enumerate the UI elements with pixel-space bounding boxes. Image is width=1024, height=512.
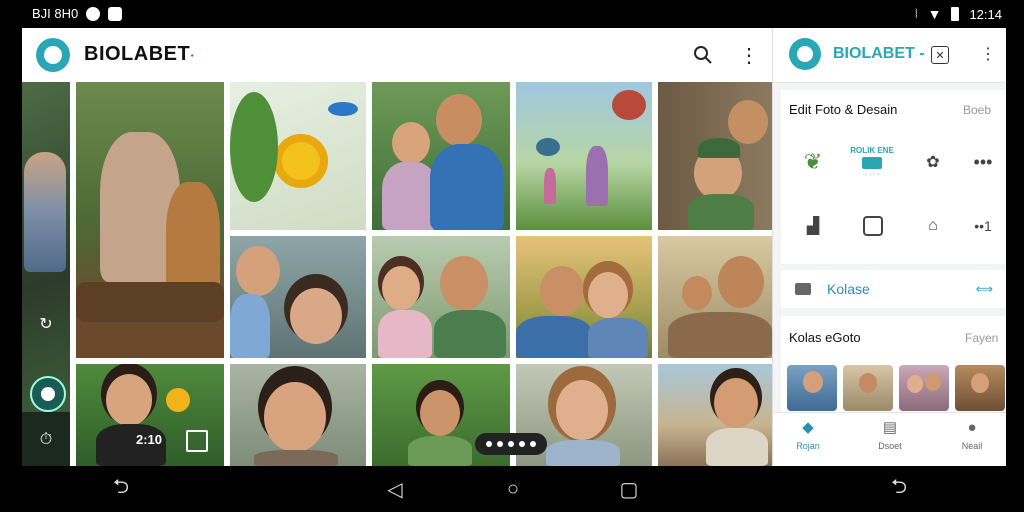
back-alt-icon[interactable]: ⮌	[884, 476, 914, 502]
boy-cap-photo[interactable]	[658, 82, 772, 230]
leaf-icon[interactable]: ❦	[797, 146, 829, 178]
status-bar: BJI 8H0 ⦚ ▼ 12:14	[0, 0, 1024, 28]
overlay-counter: 2:10	[136, 432, 163, 447]
app-bar: BIOLABET· ⋮	[22, 28, 772, 82]
nav-item-gallery[interactable]: ▤ Dsoet	[855, 419, 925, 451]
image-notification-icon	[108, 6, 123, 21]
family-cat-photo[interactable]	[372, 236, 510, 358]
search-icon[interactable]	[690, 42, 716, 68]
edit-section-card: Edit Foto & Desain Boeb ❦ ROLIK ENE ·· ·…	[781, 90, 1006, 264]
back-triangle-icon[interactable]: ◁	[380, 476, 410, 502]
kolase-thumbnails	[787, 365, 1006, 411]
side-panel: BIOLABET - ✕ ⋮ Edit Foto & Desain Boeb ❦…	[772, 28, 1006, 466]
left-preview-strip: ↻ ⏱	[22, 82, 70, 466]
app-title: BIOLABET·	[84, 43, 196, 65]
home-icon: ◆	[802, 419, 814, 436]
battery-icon	[951, 7, 960, 21]
banner-tool[interactable]: ROLIK ENE ·· ·· ··	[837, 146, 907, 182]
system-navigation-bar: ⮌ ◁ ○ ▢ ⮌	[0, 466, 1024, 512]
capture-button[interactable]	[30, 376, 66, 412]
status-time: 12:14	[969, 6, 1002, 22]
app-window: BIOLABET· ⋮ ↻ ⏱ 2:10 BIOLABET - ✕ ⋮ Edit…	[22, 28, 1006, 466]
more-horiz-icon[interactable]: •••	[967, 146, 999, 178]
rotate-icon[interactable]: ↻	[30, 308, 62, 340]
edit-section-link[interactable]: Boeb	[963, 103, 991, 117]
app-logo-icon[interactable]	[36, 38, 70, 72]
close-box-icon[interactable]: ✕	[931, 46, 949, 64]
father-daughter-photo[interactable]	[372, 82, 510, 230]
adjust-icon[interactable]: ✿	[917, 146, 949, 178]
timer-icon[interactable]: ⏱	[30, 424, 62, 456]
bottom-navigation: ◆ Rojan ▤ Dsoet ● Neail	[773, 412, 1006, 466]
couple-sunset-photo[interactable]	[516, 236, 652, 358]
trash-icon[interactable]	[186, 430, 208, 452]
mother-girl-photo[interactable]	[230, 236, 366, 358]
gallery-icon: ▤	[882, 419, 898, 436]
home-circle-icon[interactable]: ○	[498, 476, 528, 502]
more-vert-icon[interactable]: ⋮	[736, 42, 762, 68]
photo-grid: 2:10	[76, 82, 772, 466]
collage-thumb[interactable]	[899, 365, 949, 411]
panel-title: BIOLABET -	[833, 45, 925, 62]
page-indicator[interactable]	[475, 433, 547, 455]
kolase-foto-link[interactable]: Fayen	[965, 331, 998, 345]
folder-icon	[795, 283, 811, 295]
father-child-photo[interactable]	[658, 236, 772, 358]
boy-sea-photo[interactable]	[658, 364, 772, 466]
sunflower-bird-photo[interactable]	[230, 82, 366, 230]
park-birds-photo[interactable]	[516, 82, 652, 230]
nav-item-profile[interactable]: ● Neail	[937, 419, 1006, 451]
status-carrier: BJI 8H0	[32, 6, 79, 21]
boy-portrait-photo[interactable]	[230, 364, 366, 466]
tiger-cat-photo[interactable]	[76, 82, 224, 358]
vibrate-icon: ⦚	[915, 6, 918, 21]
kolase-row[interactable]: Kolase ⟺	[781, 270, 1006, 308]
edit-section-title: Edit Foto & Desain	[789, 102, 898, 117]
more-tools-icon[interactable]: ••1	[967, 210, 999, 242]
filter-icon[interactable]: ⌂	[917, 210, 949, 242]
wifi-icon: ▼	[927, 6, 942, 22]
crop-icon[interactable]: ▟	[797, 210, 829, 242]
collage-thumb[interactable]	[843, 365, 893, 411]
recents-icon[interactable]: ▢	[614, 476, 644, 502]
panel-header: BIOLABET - ✕ ⋮	[773, 28, 1006, 83]
profile-icon: ●	[967, 419, 977, 436]
nav-item-home[interactable]: ◆ Rojan	[773, 419, 843, 451]
more-vert-icon[interactable]: ⋮	[977, 43, 999, 65]
back-icon[interactable]: ⮌	[106, 476, 136, 502]
panel-logo-icon[interactable]	[789, 38, 821, 70]
check-box-icon[interactable]	[857, 210, 889, 242]
link-icon[interactable]: ⟺	[976, 282, 993, 296]
collage-thumb[interactable]	[787, 365, 837, 411]
collage-thumb[interactable]	[955, 365, 1005, 411]
kolase-foto-title: Kolas eGoto	[789, 330, 861, 345]
preview-photo[interactable]	[22, 82, 70, 412]
whatsapp-icon	[86, 6, 101, 21]
kolase-label: Kolase	[827, 281, 870, 297]
